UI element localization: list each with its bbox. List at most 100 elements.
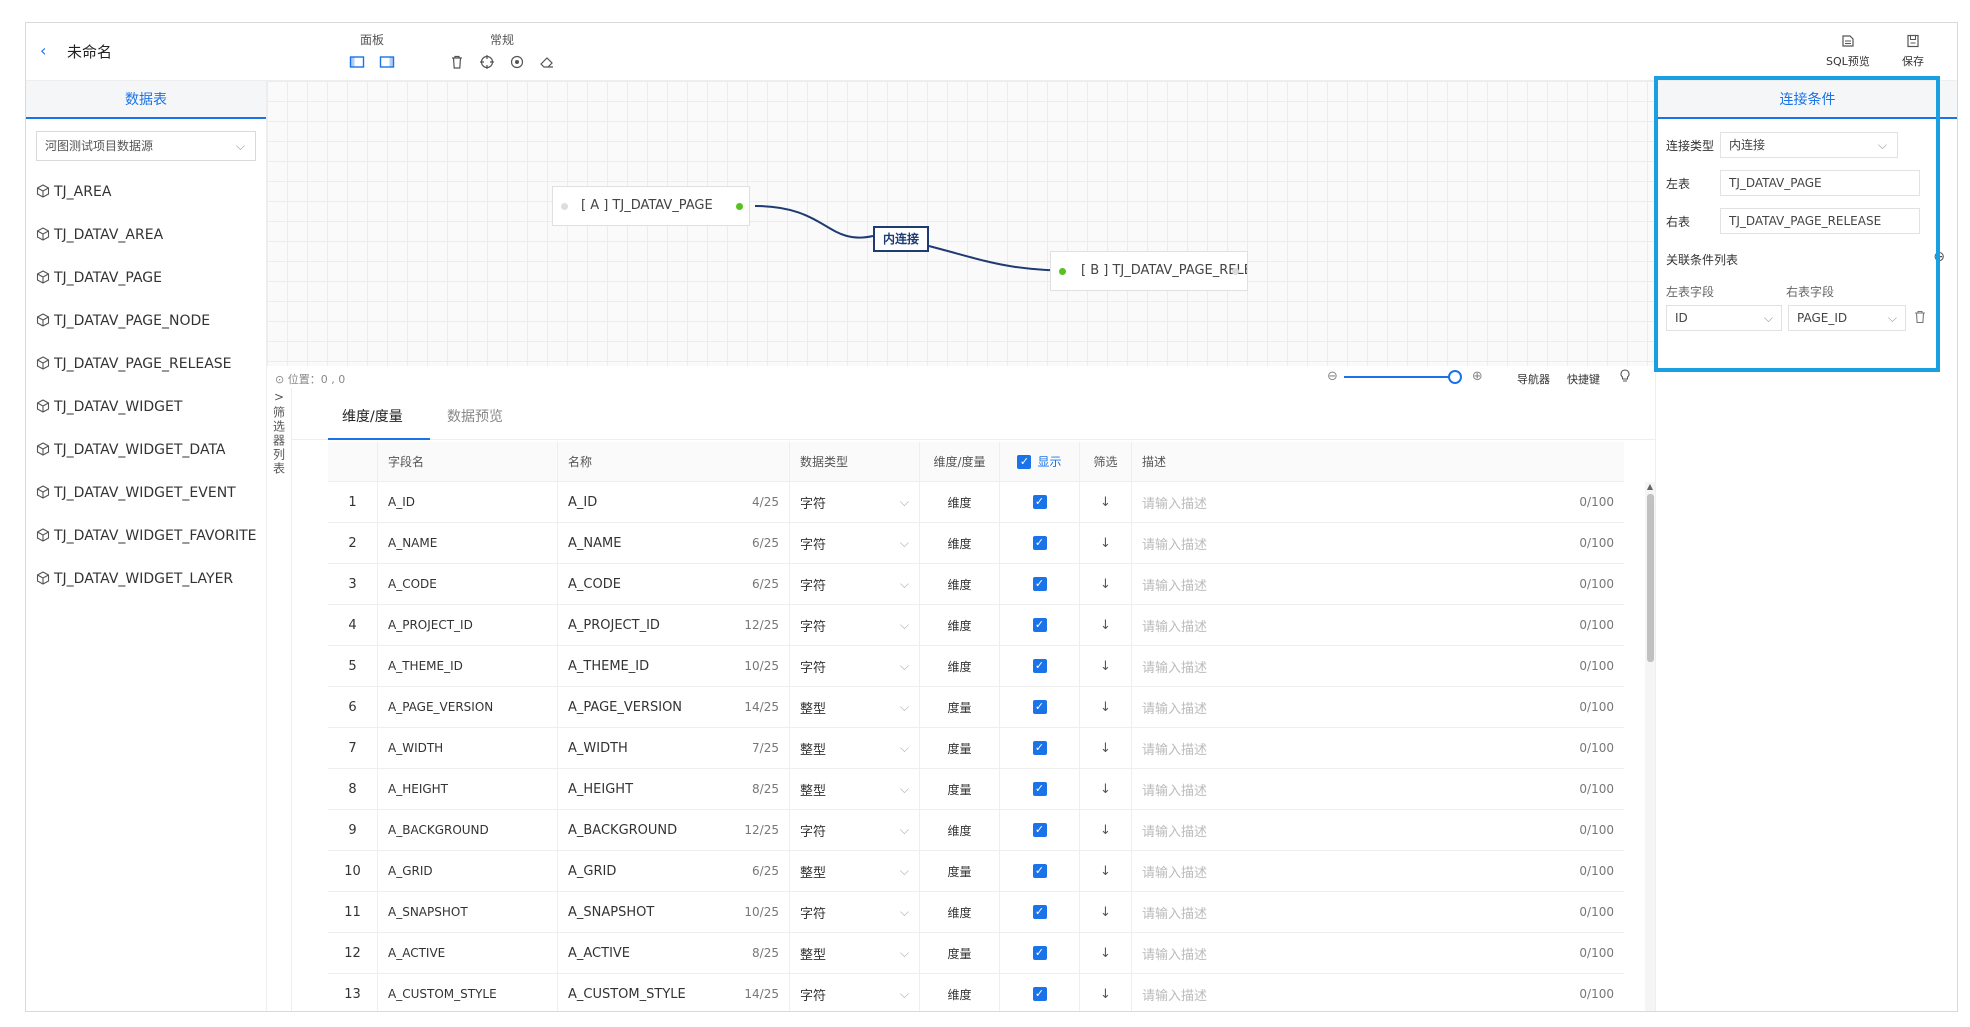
sql-preview-button[interactable]: SQL预览 <box>1826 33 1870 69</box>
type-select[interactable]: 整型 ⌵ <box>790 933 920 973</box>
arrow-down-icon[interactable]: ↓ <box>1100 823 1111 838</box>
arrow-down-icon[interactable]: ↓ <box>1100 536 1111 551</box>
name-cell[interactable]: A_WIDTH 7/25 <box>558 728 790 768</box>
desc-input[interactable]: 请输入描述 0/100 <box>1132 933 1624 973</box>
tab-data-preview[interactable]: 数据预览 <box>447 406 503 426</box>
name-value[interactable]: A_CODE <box>568 577 621 592</box>
table-list-item[interactable]: TJ_DATAV_AREA <box>26 214 266 257</box>
zoom-slider[interactable] <box>1343 369 1462 384</box>
arrow-down-icon[interactable]: ↓ <box>1100 700 1111 715</box>
zoom-slider-knob[interactable] <box>1447 369 1462 384</box>
lightbulb-icon[interactable] <box>1619 369 1631 386</box>
table-node-b[interactable]: [ B ] TJ_DATAV_PAGE_RELEASE <box>1050 251 1248 291</box>
table-scrollbar[interactable]: ▲ <box>1645 482 1655 1011</box>
type-select[interactable]: 字符 ⌵ <box>790 564 920 604</box>
dim-measure-cell[interactable]: 度量 <box>920 933 1000 973</box>
dim-measure-cell[interactable]: 度量 <box>920 851 1000 891</box>
dim-measure-cell[interactable]: 维度 <box>920 564 1000 604</box>
table-list-item[interactable]: TJ_DATAV_PAGE <box>26 257 266 300</box>
desc-input[interactable]: 请输入描述 0/100 <box>1132 769 1624 809</box>
name-cell[interactable]: A_SNAPSHOT 10/25 <box>558 892 790 932</box>
arrow-down-icon[interactable]: ↓ <box>1100 782 1111 797</box>
type-select[interactable]: 整型 ⌵ <box>790 851 920 891</box>
table-list-item[interactable]: TJ_DATAV_WIDGET_FAVORITE <box>26 515 266 558</box>
dim-measure-cell[interactable]: 维度 <box>920 482 1000 522</box>
delete-icon[interactable] <box>448 54 466 72</box>
dim-measure-cell[interactable]: 维度 <box>920 810 1000 850</box>
filter-list-toggle[interactable]: > 筛选器列表 <box>267 388 292 1011</box>
table-node-a[interactable]: [ A ] TJ_DATAV_PAGE <box>552 186 750 226</box>
arrow-down-icon[interactable]: ↓ <box>1100 618 1111 633</box>
name-value[interactable]: A_ID <box>568 495 597 510</box>
type-select[interactable]: 整型 ⌵ <box>790 728 920 768</box>
show-checkbox[interactable]: ✓ <box>1032 946 1047 960</box>
join-canvas[interactable]: [ A ] TJ_DATAV_PAGE 内连接 [ B ] TJ_DATAV_P… <box>267 81 1655 366</box>
show-checkbox[interactable]: ✓ <box>1032 864 1047 878</box>
arrow-down-icon[interactable]: ↓ <box>1100 495 1111 510</box>
table-list-item[interactable]: TJ_DATAV_PAGE_RELEASE <box>26 343 266 386</box>
dim-measure-cell[interactable]: 维度 <box>920 892 1000 932</box>
type-select[interactable]: 字符 ⌵ <box>790 523 920 563</box>
tab-dimension-measure[interactable]: 维度/度量 <box>342 406 403 426</box>
type-select[interactable]: 整型 ⌵ <box>790 687 920 727</box>
arrow-down-icon[interactable]: ↓ <box>1100 905 1111 920</box>
name-value[interactable]: A_THEME_ID <box>568 659 649 674</box>
name-value[interactable]: A_SNAPSHOT <box>568 905 654 920</box>
dim-measure-cell[interactable]: 度量 <box>920 687 1000 727</box>
table-list-item[interactable]: TJ_DATAV_WIDGET_EVENT <box>26 472 266 515</box>
save-button[interactable]: 保存 <box>1902 33 1924 69</box>
name-value[interactable]: A_PAGE_VERSION <box>568 700 682 715</box>
type-select[interactable]: 字符 ⌵ <box>790 605 920 645</box>
navigator-button[interactable]: 导航器 <box>1517 371 1550 387</box>
arrow-down-icon[interactable]: ↓ <box>1100 864 1111 879</box>
dim-measure-cell[interactable]: 维度 <box>920 646 1000 686</box>
name-cell[interactable]: A_ACTIVE 8/25 <box>558 933 790 973</box>
type-select[interactable]: 字符 ⌵ <box>790 482 920 522</box>
target-icon[interactable] <box>478 54 496 72</box>
desc-input[interactable]: 请输入描述 0/100 <box>1132 892 1624 932</box>
name-value[interactable]: A_WIDTH <box>568 741 628 756</box>
type-select[interactable]: 字符 ⌵ <box>790 646 920 686</box>
name-cell[interactable]: A_PROJECT_ID 12/25 <box>558 605 790 645</box>
arrow-down-icon[interactable]: ↓ <box>1100 741 1111 756</box>
name-cell[interactable]: A_BACKGROUND 12/25 <box>558 810 790 850</box>
center-icon[interactable] <box>508 54 526 72</box>
show-checkbox[interactable]: ✓ <box>1032 782 1047 796</box>
table-list-item[interactable]: TJ_AREA <box>26 171 266 214</box>
show-checkbox[interactable]: ✓ <box>1032 536 1047 550</box>
node-a-right-dot[interactable] <box>736 203 743 210</box>
desc-input[interactable]: 请输入描述 0/100 <box>1132 687 1624 727</box>
name-cell[interactable]: A_CODE 6/25 <box>558 564 790 604</box>
dim-measure-cell[interactable]: 度量 <box>920 728 1000 768</box>
left-panel-toggle-icon[interactable] <box>348 54 366 72</box>
show-checkbox[interactable]: ✓ <box>1032 987 1047 1001</box>
show-checkbox[interactable]: ✓ <box>1032 618 1047 632</box>
desc-input[interactable]: 请输入描述 0/100 <box>1132 482 1624 522</box>
name-cell[interactable]: A_PAGE_VERSION 14/25 <box>558 687 790 727</box>
type-select[interactable]: 字符 ⌵ <box>790 892 920 932</box>
zoom-out-icon[interactable]: ⊖ <box>1327 369 1338 384</box>
dim-measure-cell[interactable]: 维度 <box>920 974 1000 1011</box>
zoom-in-icon[interactable]: ⊕ <box>1472 369 1483 384</box>
arrow-down-icon[interactable]: ↓ <box>1100 987 1111 1002</box>
clear-icon[interactable] <box>538 54 556 72</box>
desc-input[interactable]: 请输入描述 0/100 <box>1132 810 1624 850</box>
name-cell[interactable]: A_NAME 6/25 <box>558 523 790 563</box>
dim-measure-cell[interactable]: 维度 <box>920 523 1000 563</box>
show-checkbox[interactable]: ✓ <box>1032 700 1047 714</box>
desc-input[interactable]: 请输入描述 0/100 <box>1132 564 1624 604</box>
name-value[interactable]: A_HEIGHT <box>568 782 633 797</box>
show-checkbox[interactable]: ✓ <box>1032 495 1047 509</box>
type-select[interactable]: 字符 ⌵ <box>790 974 920 1011</box>
name-value[interactable]: A_PROJECT_ID <box>568 618 660 633</box>
type-select[interactable]: 字符 ⌵ <box>790 810 920 850</box>
dim-measure-cell[interactable]: 度量 <box>920 769 1000 809</box>
name-value[interactable]: A_ACTIVE <box>568 946 630 961</box>
name-value[interactable]: A_GRID <box>568 864 616 879</box>
table-list-item[interactable]: TJ_DATAV_WIDGET_LAYER <box>26 558 266 601</box>
arrow-down-icon[interactable]: ↓ <box>1100 659 1111 674</box>
scroll-up-icon[interactable]: ▲ <box>1645 482 1655 491</box>
tab-data-tables[interactable]: 数据表 <box>26 81 266 119</box>
type-select[interactable]: 整型 ⌵ <box>790 769 920 809</box>
right-panel-toggle-icon[interactable] <box>378 54 396 72</box>
